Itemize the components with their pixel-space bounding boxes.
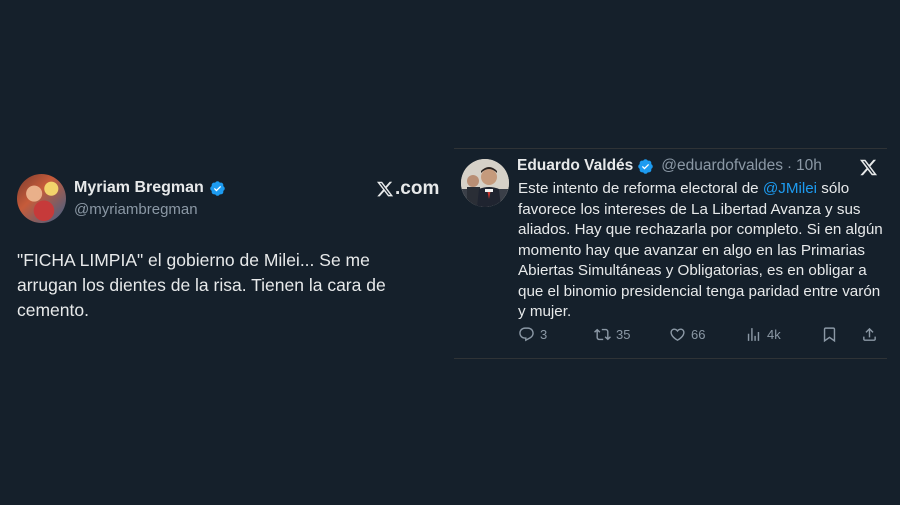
repost-button[interactable]: 35 xyxy=(594,326,630,343)
eduardo-avatar[interactable] xyxy=(461,159,509,207)
reply-count: 3 xyxy=(540,327,548,342)
verified-badge-icon xyxy=(638,158,654,174)
tweet-action-bar: 3 35 66 4k xyxy=(518,326,880,346)
like-icon xyxy=(670,328,685,341)
x-logo-icon xyxy=(376,181,394,197)
share-icon xyxy=(863,327,876,341)
left-tweet-text: "FICHA LIMPIA" el gobierno de Milei... S… xyxy=(17,250,386,320)
left-author-row: Myriam Bregman xyxy=(74,179,226,197)
repost-count: 35 xyxy=(616,327,631,342)
views-icon xyxy=(747,328,760,341)
tweet-text-end: sólo favorece los intereses de La Libert… xyxy=(518,180,883,320)
bookmark-button[interactable] xyxy=(821,326,838,343)
tweet-text-start: Este intento de reforma electoral de xyxy=(518,180,763,197)
right-tweet-text: Este intento de reforma electoral de @JM… xyxy=(518,179,883,323)
bookmark-icon xyxy=(823,327,836,343)
left-author-name[interactable]: Myriam Bregman xyxy=(74,179,204,197)
views-button[interactable]: 4k xyxy=(745,326,781,343)
right-author-handle[interactable]: @eduardofvaldes xyxy=(661,157,783,175)
right-tweet-card[interactable]: Eduardo Valdés @eduardofvaldes · 10h Est… xyxy=(454,148,887,359)
repost-icon xyxy=(594,328,611,341)
x-logo-icon[interactable] xyxy=(859,158,878,177)
share-button[interactable] xyxy=(861,326,878,343)
brand-domain: .com xyxy=(395,178,440,199)
like-count: 66 xyxy=(691,327,706,342)
right-author-row: Eduardo Valdés @eduardofvaldes · 10h xyxy=(517,157,822,175)
mention-link[interactable]: @JMilei xyxy=(763,180,817,197)
reply-icon xyxy=(519,327,534,342)
x-com-brand: .com xyxy=(376,178,439,200)
myriam-avatar[interactable] xyxy=(17,174,66,223)
right-author-name[interactable]: Eduardo Valdés xyxy=(517,157,633,175)
left-author-handle[interactable]: @myriambregman xyxy=(74,201,198,218)
verified-badge-icon xyxy=(210,180,225,196)
time-separator: · xyxy=(787,157,793,175)
like-button[interactable]: 66 xyxy=(669,326,705,343)
views-count: 4k xyxy=(767,327,781,342)
tweet-timestamp[interactable]: 10h xyxy=(796,157,822,175)
reply-button[interactable]: 3 xyxy=(518,326,547,343)
